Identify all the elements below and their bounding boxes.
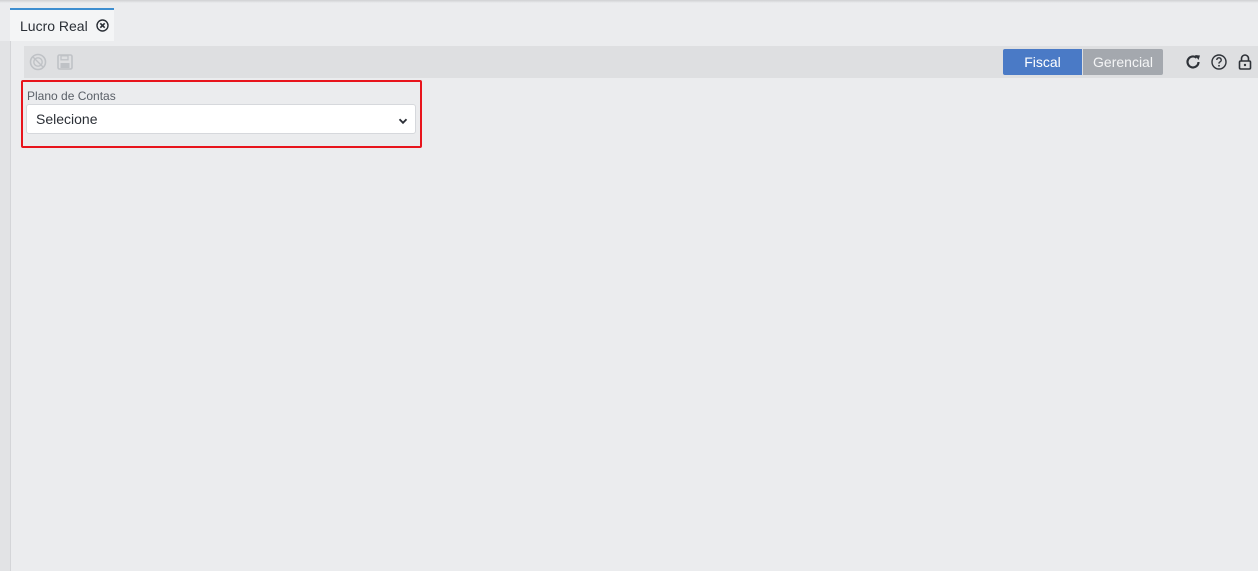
select-value: Selecione — [36, 111, 98, 127]
help-icon[interactable] — [1209, 52, 1229, 72]
tab-label: Lucro Real — [20, 17, 88, 34]
left-gutter — [0, 41, 11, 571]
toolbar: Fiscal Gerencial — [24, 46, 1258, 78]
refresh-icon[interactable] — [1183, 52, 1203, 72]
app-window: Lucro Real Fiscal Gerencial Plano de Con… — [0, 0, 1258, 571]
plano-de-contas-select[interactable]: Selecione — [26, 104, 416, 134]
plano-de-contas-field: Plano de Contas Selecione — [21, 80, 422, 148]
fiscal-toggle-button[interactable]: Fiscal — [1003, 49, 1082, 75]
disabled-circle-icon[interactable] — [29, 53, 47, 71]
chevron-down-icon — [397, 114, 409, 126]
tab-lucro-real[interactable]: Lucro Real — [10, 8, 114, 41]
save-icon[interactable] — [56, 53, 74, 71]
gerencial-toggle-button[interactable]: Gerencial — [1083, 49, 1163, 75]
lock-icon[interactable] — [1235, 52, 1255, 72]
plano-de-contas-label: Plano de Contas — [27, 89, 116, 103]
tab-bar: Lucro Real — [0, 0, 1258, 41]
close-circle-icon[interactable] — [96, 19, 109, 32]
